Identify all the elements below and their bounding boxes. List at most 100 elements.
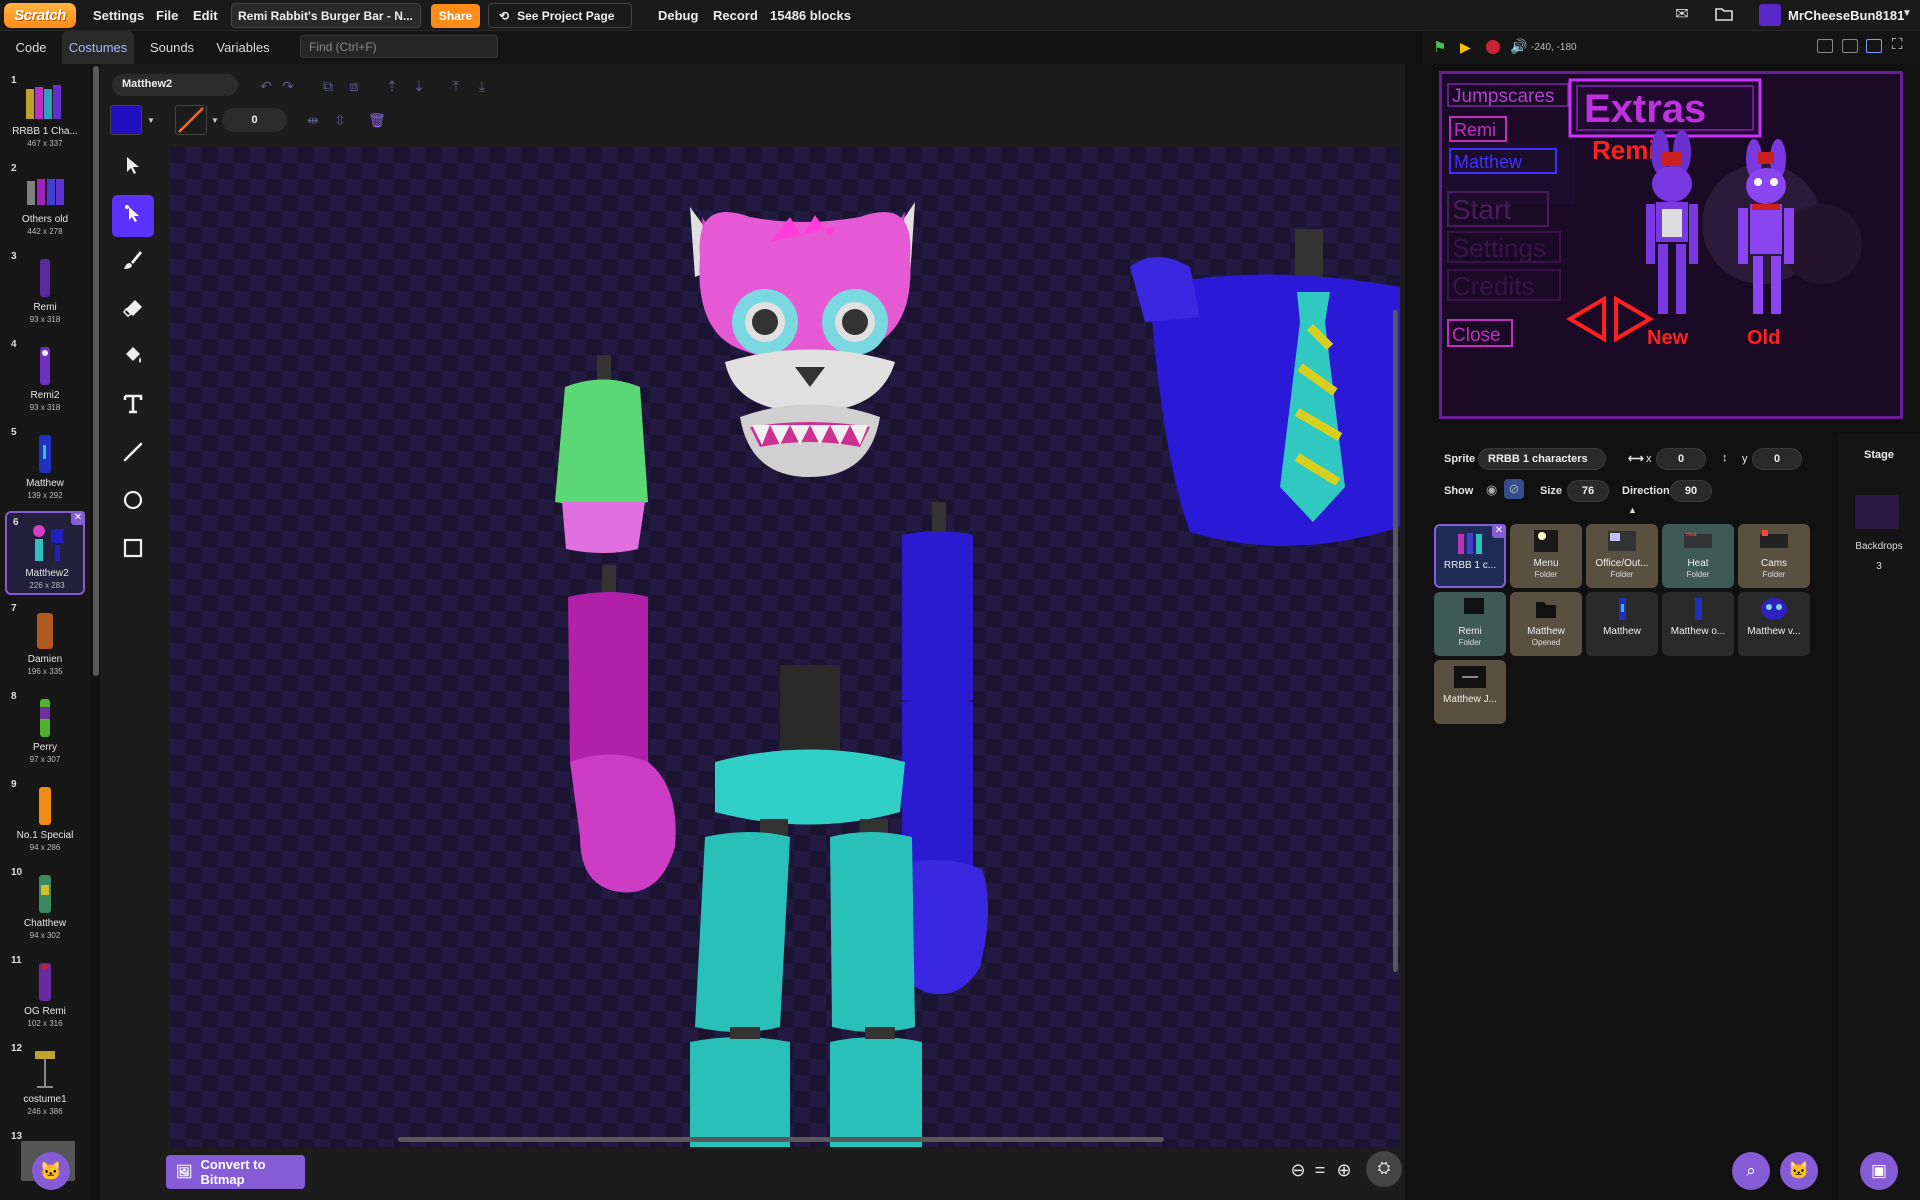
remi-button[interactable]: Remi [1454, 120, 1496, 140]
sprite-tile[interactable]: Office/Out... Folder [1586, 524, 1658, 588]
costume-item[interactable]: 2 Others old 442 x 278 [5, 159, 85, 243]
zoom-in-icon[interactable]: ⊕ [1332, 1158, 1356, 1182]
costume-item[interactable]: 3 Remi 93 x 318 [5, 247, 85, 331]
costume-list-scrollbar[interactable] [93, 66, 99, 676]
sprite-tile[interactable]: Cams Folder [1738, 524, 1810, 588]
sprite-tile[interactable]: Matthew v... [1738, 592, 1810, 656]
fill-tool-icon[interactable] [112, 339, 154, 381]
add-backdrop-button[interactable]: ▣ [1860, 1152, 1898, 1190]
menu-debug[interactable]: Debug [658, 8, 698, 23]
backdrop-thumbnail[interactable] [1855, 495, 1899, 529]
zoom-out-icon[interactable]: ⊖ [1286, 1158, 1310, 1182]
text-tool-icon[interactable] [112, 387, 154, 429]
redo-icon[interactable]: ↷ [278, 76, 298, 96]
messages-icon[interactable]: ✉ [1672, 6, 1692, 24]
avatar[interactable] [1759, 4, 1781, 26]
sprite-name-input[interactable]: RRBB 1 characters [1478, 448, 1606, 470]
chevron-down-icon[interactable]: ▼ [147, 116, 155, 125]
canvas-vertical-scrollbar[interactable] [1393, 310, 1398, 972]
select-tool-icon[interactable] [112, 147, 154, 189]
menu-edit[interactable]: Edit [193, 8, 218, 23]
see-project-page-button[interactable]: ⟲ See Project Page [488, 3, 632, 28]
menu-settings[interactable]: Settings [93, 8, 144, 23]
costume-item[interactable]: 4 Remi2 93 x 318 [5, 335, 85, 419]
costume-item[interactable]: 11 OG Remi 102 x 316 [5, 951, 85, 1035]
costume-item[interactable]: 8 Perry 97 x 307 [5, 687, 85, 771]
find-input[interactable]: Find (Ctrl+F) [300, 35, 498, 58]
tab-costumes[interactable]: Costumes [62, 31, 134, 64]
fullscreen-icon[interactable]: ⛶ [1892, 36, 1903, 53]
rectangle-tool-icon[interactable] [112, 531, 154, 573]
sprite-tile[interactable]: Matthew [1586, 592, 1658, 656]
eye-visible-icon[interactable]: ◉ [1486, 482, 1497, 498]
canvas-horizontal-scrollbar[interactable] [398, 1137, 1164, 1142]
direction-input[interactable]: 90 [1670, 480, 1712, 502]
forward-icon[interactable]: ⇡ [382, 76, 402, 96]
size-input[interactable]: 76 [1567, 480, 1609, 502]
costume-item[interactable]: 1 RRBB 1 Cha... 467 x 337 [5, 71, 85, 155]
tab-variables[interactable]: Variables [206, 31, 280, 64]
chevron-down-icon[interactable]: ▼ [1902, 8, 1912, 19]
costume-item[interactable]: 7 Damien 196 x 335 [5, 599, 85, 683]
username[interactable]: MrCheeseBun8181 [1788, 8, 1904, 23]
close-button[interactable]: Close [1452, 325, 1501, 346]
project-title-input[interactable]: Remi Rabbit's Burger Bar - N... [231, 3, 421, 28]
costume-item[interactable]: 10 Chatthew 94 x 302 [5, 863, 85, 947]
menu-file[interactable]: File [156, 8, 178, 23]
outline-width-input[interactable]: 0 [222, 108, 287, 132]
robot-icon[interactable]: ⛭ [1366, 1151, 1402, 1187]
group-icon[interactable]: ⧉ [318, 76, 338, 96]
tab-sounds[interactable]: Sounds [138, 31, 206, 64]
line-tool-icon[interactable] [112, 435, 154, 477]
delete-icon[interactable]: 🗑 [367, 110, 387, 130]
convert-to-bitmap-button[interactable]: 🖼 Convert to Bitmap [166, 1155, 305, 1189]
zoom-reset-icon[interactable]: = [1308, 1158, 1332, 1182]
ungroup-icon[interactable]: ⧈ [344, 76, 364, 96]
circle-tool-icon[interactable] [112, 483, 154, 525]
sprite-tile-selected[interactable]: RRBB 1 c... ✕ [1434, 524, 1506, 588]
backward-icon[interactable]: ⇣ [409, 76, 429, 96]
add-costume-button[interactable]: 🐱 [32, 1152, 70, 1190]
sprite-tile[interactable]: Menu Folder [1510, 524, 1582, 588]
outline-color-swatch[interactable] [175, 105, 207, 135]
front-icon[interactable]: ⤒ [446, 76, 466, 96]
search-sprite-button[interactable]: ⌕ [1732, 1152, 1770, 1190]
sprite-tile[interactable]: Matthew o... [1662, 592, 1734, 656]
undo-icon[interactable]: ↶ [256, 76, 276, 96]
stop-icon[interactable] [1486, 40, 1500, 54]
scratch-logo[interactable]: Scratch [4, 3, 76, 28]
costume-name-input[interactable]: Matthew2 [112, 74, 238, 96]
jumpscares-label[interactable]: Jumpscares [1452, 86, 1554, 107]
x-input[interactable]: 0 [1656, 448, 1706, 470]
green-flag-icon[interactable]: ⚑ [1433, 38, 1449, 56]
menu-record[interactable]: Record [713, 8, 758, 23]
large-stage-icon[interactable] [1866, 39, 1882, 53]
add-sprite-button[interactable]: 🐱 [1780, 1152, 1818, 1190]
delete-sprite-icon[interactable]: ✕ [1492, 524, 1506, 538]
costume-item[interactable]: 5 Matthew 139 x 292 [5, 423, 85, 507]
chevron-down-icon[interactable]: ▼ [211, 116, 219, 125]
paint-canvas[interactable] [170, 147, 1400, 1147]
eye-hidden-icon[interactable]: ⊘ [1504, 479, 1524, 499]
reshape-tool-icon[interactable] [112, 195, 154, 237]
back-icon[interactable]: ⤓ [472, 76, 492, 96]
normal-stage-icon[interactable] [1842, 39, 1858, 53]
sprite-tile[interactable]: Matthew Opened [1510, 592, 1582, 656]
volume-icon[interactable]: 🔊 [1510, 38, 1527, 55]
costume-item[interactable]: 9 No.1 Special 94 x 286 [5, 775, 85, 859]
my-stuff-folder-icon[interactable] [1714, 6, 1734, 24]
turbo-play-icon[interactable]: ▶ [1460, 39, 1471, 56]
tab-code[interactable]: Code [0, 31, 62, 64]
fill-color-swatch[interactable] [110, 105, 142, 135]
costume-item-selected[interactable]: 6 Matthew2 226 x 283 ✕ [5, 511, 85, 595]
share-button[interactable]: Share [431, 4, 480, 28]
flip-vertical-icon[interactable]: ⇳ [330, 110, 350, 130]
costume-item[interactable]: 12 costume1 246 x 386 [5, 1039, 85, 1123]
delete-costume-icon[interactable]: ✕ [71, 511, 85, 525]
y-input[interactable]: 0 [1752, 448, 1802, 470]
matthew-button[interactable]: Matthew [1454, 152, 1523, 172]
small-stage-icon[interactable] [1817, 39, 1833, 53]
sprite-tile[interactable]: Matthew J... [1434, 660, 1506, 724]
flip-horizontal-icon[interactable]: ⇹ [303, 110, 323, 130]
sprite-tile[interactable]: Remi Folder [1434, 592, 1506, 656]
